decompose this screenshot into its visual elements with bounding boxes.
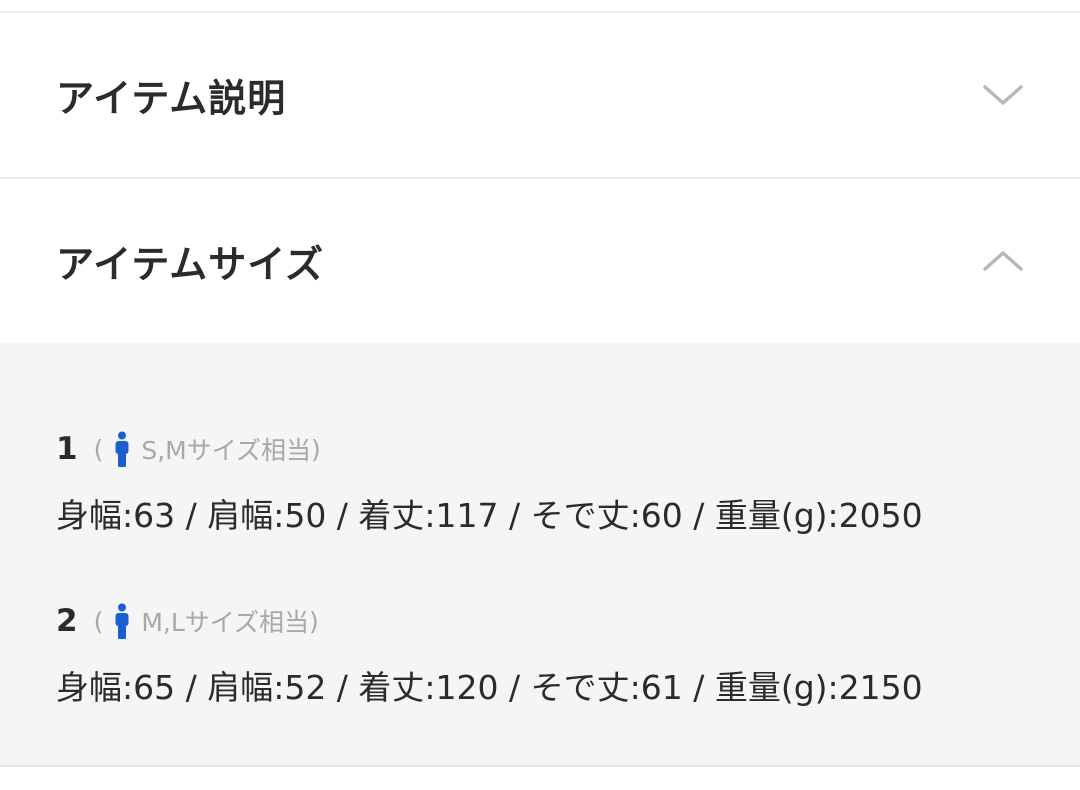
item-detail-page: アイテム説明 アイテムサイズ 1 ( S,Mサイズ相当 ) 身幅:63 / 肩幅… [0, 0, 1080, 790]
chevron-up-icon [983, 251, 1023, 271]
person-icon [115, 431, 129, 467]
size-entry-header: 2 ( M,Lサイズ相当 ) [56, 601, 1036, 641]
person-icon [115, 603, 129, 639]
open-paren: ( [93, 606, 104, 636]
item-size-panel: 1 ( S,Mサイズ相当 ) 身幅:63 / 肩幅:50 / 着丈:117 / … [0, 343, 1080, 765]
size-equivalent-label: M,Lサイズ相当 [141, 608, 310, 637]
size-entry: 2 ( M,Lサイズ相当 ) 身幅:65 / 肩幅:52 / 着丈:120 / … [56, 601, 1036, 709]
item-size-title: アイテムサイズ [56, 242, 325, 287]
bottom-area [0, 767, 1080, 790]
chevron-down-icon [983, 85, 1023, 105]
item-description-title: アイテム説明 [56, 76, 287, 121]
close-paren: ) [309, 606, 319, 636]
size-number: 1 [56, 431, 78, 467]
open-paren: ( [93, 434, 104, 464]
size-entry: 1 ( S,Mサイズ相当 ) 身幅:63 / 肩幅:50 / 着丈:117 / … [56, 429, 1036, 537]
size-entry-header: 1 ( S,Mサイズ相当 ) [56, 429, 1036, 469]
close-paren: ) [310, 434, 321, 464]
size-equivalent-label: S,Mサイズ相当 [141, 436, 311, 465]
size-measurements: 身幅:65 / 肩幅:52 / 着丈:120 / そで丈:61 / 重量(g):… [56, 668, 923, 707]
item-size-accordion-header[interactable]: アイテムサイズ [0, 179, 1080, 343]
size-measurements: 身幅:63 / 肩幅:50 / 着丈:117 / そで丈:60 / 重量(g):… [56, 496, 923, 535]
item-description-accordion-header[interactable]: アイテム説明 [0, 13, 1080, 177]
size-number: 2 [56, 603, 78, 639]
